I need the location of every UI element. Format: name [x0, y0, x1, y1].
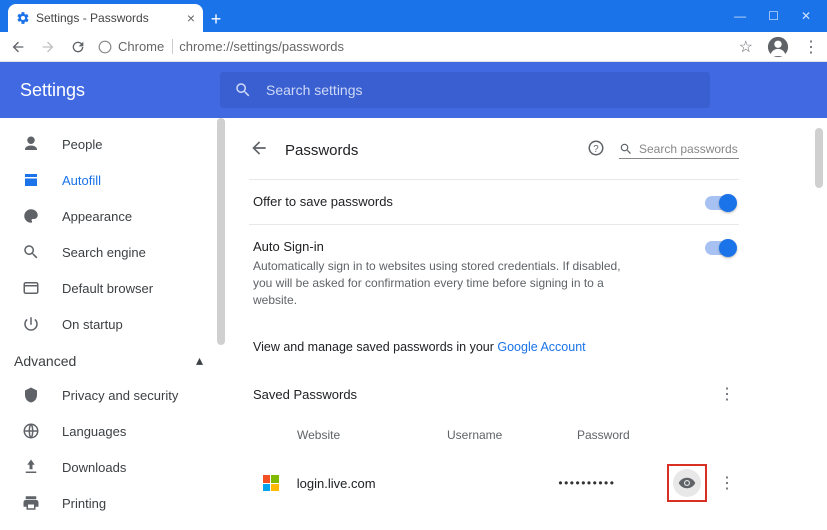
- sidebar-label: Search engine: [62, 245, 146, 260]
- saved-passwords-label: Saved Passwords: [253, 387, 357, 402]
- sidebar-item-privacy[interactable]: Privacy and security: [0, 377, 225, 413]
- search-icon: [619, 142, 633, 156]
- manage-passwords-text: View and manage saved passwords in your …: [249, 322, 739, 378]
- microsoft-favicon: [263, 475, 279, 491]
- sidebar-item-appearance[interactable]: Appearance: [0, 198, 225, 234]
- power-icon: [22, 315, 40, 333]
- table-header: Website Username Password: [249, 416, 739, 454]
- settings-search-input[interactable]: [266, 82, 696, 98]
- auto-signin-label: Auto Sign-in: [253, 239, 633, 254]
- sidebar-advanced-toggle[interactable]: Advanced ▴: [0, 342, 225, 377]
- sidebar-label: Autofill: [62, 173, 101, 188]
- search-icon: [22, 243, 40, 261]
- browser-tab[interactable]: Settings - Passwords ×: [8, 4, 203, 32]
- download-icon: [22, 458, 40, 476]
- help-icon[interactable]: ?: [587, 139, 605, 162]
- sidebar-item-on-startup[interactable]: On startup: [0, 306, 225, 342]
- sidebar-label: Appearance: [62, 209, 132, 224]
- sidebar-item-people[interactable]: People: [0, 126, 225, 162]
- entry-password: ••••••••••: [558, 476, 667, 490]
- settings-content: Passwords ? Offer to save passwords Au: [225, 118, 827, 530]
- sidebar-label: Default browser: [62, 281, 153, 296]
- window-maximize-icon[interactable]: ☐: [768, 9, 779, 23]
- auto-signin-toggle[interactable]: [705, 241, 735, 255]
- reload-button[interactable]: [68, 37, 88, 57]
- gear-icon: [16, 11, 30, 25]
- window-titlebar: Settings - Passwords × + — ☐ ✕: [0, 0, 827, 32]
- search-icon: [234, 81, 252, 99]
- sidebar-item-downloads[interactable]: Downloads: [0, 449, 225, 485]
- browser-menu-icon[interactable]: ⋮: [803, 37, 819, 57]
- sidebar-label: Downloads: [62, 460, 126, 475]
- page-title: Passwords: [285, 142, 358, 159]
- new-tab-button[interactable]: +: [203, 6, 229, 32]
- col-website: Website: [297, 428, 447, 442]
- col-username: Username: [447, 428, 577, 442]
- settings-title: Settings: [20, 80, 220, 101]
- sidebar-item-languages[interactable]: Languages: [0, 413, 225, 449]
- sidebar-scrollbar[interactable]: [217, 118, 225, 345]
- autofill-icon: [22, 171, 40, 189]
- password-search[interactable]: [619, 142, 739, 159]
- saved-passwords-menu-icon[interactable]: ⋮: [719, 384, 735, 404]
- omnibox-chip: Chrome: [118, 39, 173, 54]
- person-icon: [22, 135, 40, 153]
- svg-text:?: ?: [593, 144, 599, 155]
- omnibox-url: chrome://settings/passwords: [179, 39, 344, 54]
- omnibox[interactable]: Chrome chrome://settings/passwords: [98, 39, 729, 54]
- back-button[interactable]: [8, 37, 28, 57]
- browser-icon: [22, 279, 40, 297]
- col-password: Password: [577, 428, 677, 442]
- window-minimize-icon[interactable]: —: [734, 9, 746, 23]
- google-account-link[interactable]: Google Account: [497, 340, 585, 354]
- bookmark-icon[interactable]: ☆: [739, 37, 753, 57]
- auto-signin-desc: Automatically sign in to websites using …: [253, 258, 633, 308]
- entry-website[interactable]: login.live.com: [297, 476, 445, 491]
- tab-title: Settings - Passwords: [36, 11, 149, 25]
- chevron-up-icon: ▴: [196, 352, 203, 369]
- sidebar-item-search-engine[interactable]: Search engine: [0, 234, 225, 270]
- password-entry: login.live.com •••••••••• ⋮: [249, 454, 739, 512]
- offer-save-row: Offer to save passwords: [249, 179, 739, 224]
- auto-signin-row: Auto Sign-in Automatically sign in to we…: [249, 224, 739, 322]
- never-saved-label: Never Saved: [249, 512, 739, 530]
- globe-icon: [22, 422, 40, 440]
- forward-button[interactable]: [38, 37, 58, 57]
- settings-sidebar: People Autofill Appearance Search engine…: [0, 118, 225, 530]
- sidebar-label: Languages: [62, 424, 126, 439]
- eye-icon: [678, 474, 696, 492]
- offer-save-label: Offer to save passwords: [253, 194, 393, 209]
- address-bar: Chrome chrome://settings/passwords ☆ ⋮: [0, 32, 827, 62]
- show-password-button[interactable]: [673, 469, 701, 497]
- sidebar-label: Printing: [62, 496, 106, 511]
- tab-close-icon[interactable]: ×: [187, 10, 195, 26]
- palette-icon: [22, 207, 40, 225]
- offer-save-toggle[interactable]: [705, 196, 735, 210]
- profile-avatar-icon[interactable]: [767, 36, 789, 58]
- sidebar-item-default-browser[interactable]: Default browser: [0, 270, 225, 306]
- settings-header: Settings: [0, 62, 827, 118]
- sidebar-item-accessibility[interactable]: Accessibility: [0, 521, 225, 530]
- password-search-input[interactable]: [639, 142, 739, 156]
- highlight-annotation: [667, 464, 707, 502]
- content-scrollbar[interactable]: [815, 128, 823, 188]
- entry-menu-icon[interactable]: ⋮: [719, 473, 735, 493]
- sidebar-label: Privacy and security: [62, 388, 178, 403]
- advanced-label: Advanced: [14, 353, 76, 369]
- site-info-icon[interactable]: [98, 40, 112, 54]
- settings-search[interactable]: [220, 72, 710, 108]
- sidebar-item-printing[interactable]: Printing: [0, 485, 225, 521]
- sidebar-label: People: [62, 137, 102, 152]
- window-close-icon[interactable]: ✕: [801, 9, 811, 23]
- sidebar-label: On startup: [62, 317, 123, 332]
- back-arrow-icon[interactable]: [249, 138, 269, 163]
- print-icon: [22, 494, 40, 512]
- shield-icon: [22, 386, 40, 404]
- sidebar-item-autofill[interactable]: Autofill: [0, 162, 225, 198]
